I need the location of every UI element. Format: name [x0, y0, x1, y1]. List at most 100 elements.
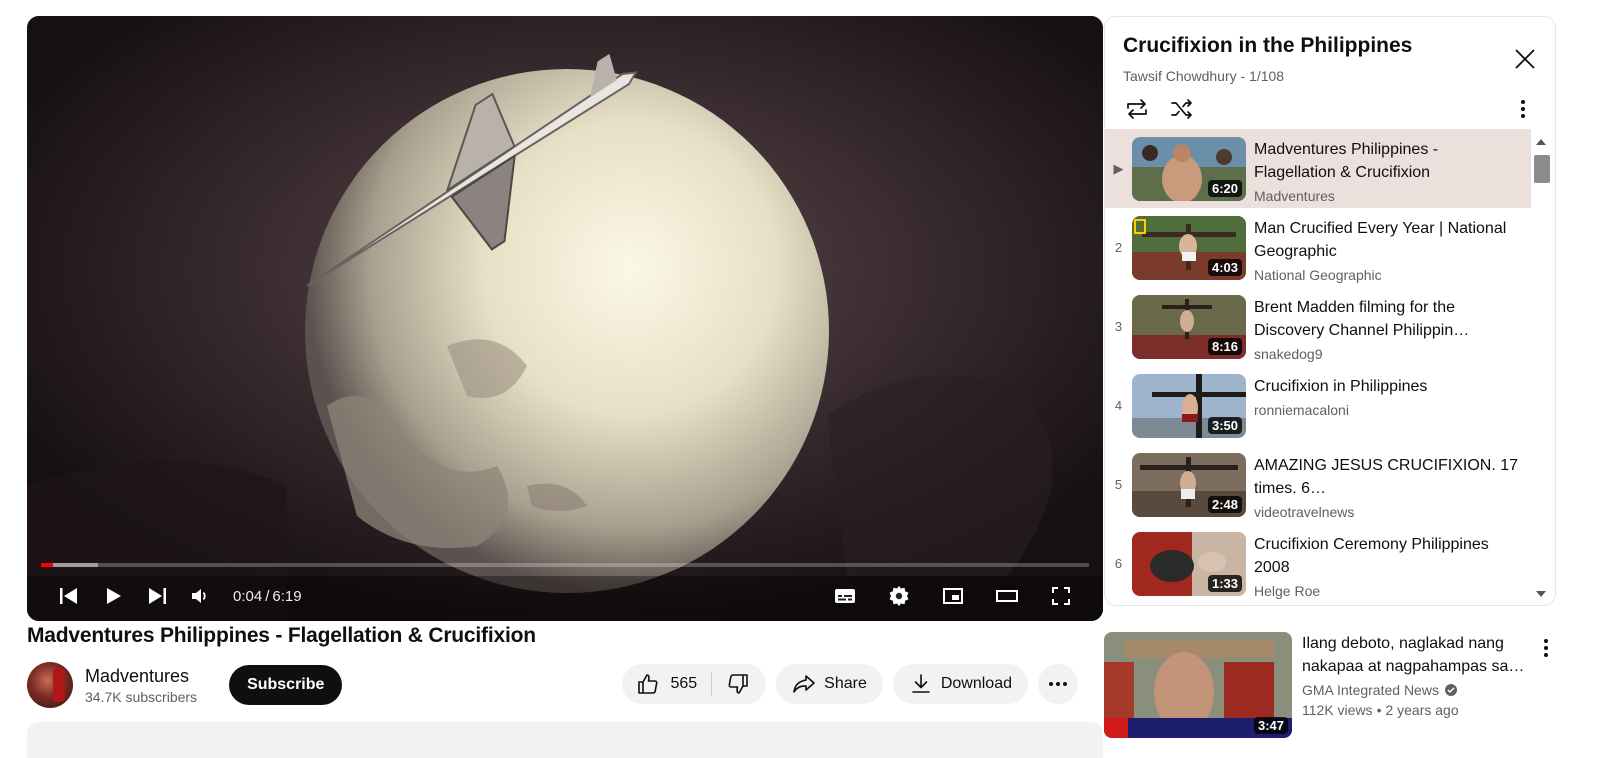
scroll-down-arrow-icon[interactable] — [1536, 591, 1546, 597]
time-current: 0:04 — [233, 587, 263, 605]
playlist-item-title[interactable]: Crucifixion in Philippines — [1254, 375, 1519, 398]
share-button[interactable]: Share — [776, 664, 883, 704]
scrollbar-thumb[interactable] — [1534, 155, 1550, 183]
theater-mode-button[interactable] — [985, 576, 1029, 616]
dislike-button[interactable] — [712, 664, 766, 704]
recommended-video[interactable]: 3:47 Ilang deboto, naglakad nang nakapaa… — [1104, 632, 1594, 742]
recommended-video-channel[interactable]: GMA Integrated News — [1302, 682, 1532, 698]
playlist-item-index: 3 — [1114, 319, 1123, 334]
playlist-item-title[interactable]: Madventures Philippines - Flagellation &… — [1254, 138, 1519, 184]
verified-badge-icon — [1444, 684, 1457, 696]
recommended-video-menu-button[interactable] — [1536, 636, 1556, 660]
description-box[interactable] — [27, 722, 1103, 758]
download-label: Download — [940, 675, 1012, 692]
playlist-item-duration: 2:48 — [1207, 496, 1242, 513]
subtitles-button[interactable] — [823, 576, 867, 616]
download-icon — [912, 674, 930, 693]
playlist-item-thumbnail[interactable]: 4:03 — [1132, 216, 1246, 280]
close-icon — [1515, 49, 1535, 69]
scroll-up-arrow-icon[interactable] — [1536, 139, 1546, 145]
playlist-items: ▶ 6:20 Madventures Philippines - Flagell… — [1105, 129, 1531, 605]
playlist-item-thumbnail[interactable]: 8:16 — [1132, 295, 1246, 359]
recommended-video-title[interactable]: Ilang deboto, naglakad nang nakapaa at n… — [1302, 632, 1532, 678]
previous-button[interactable] — [47, 576, 91, 616]
volume-icon — [192, 589, 206, 603]
action-bar: 565 Share Download — [622, 664, 1078, 704]
playlist-menu-button[interactable] — [1513, 97, 1533, 121]
playlist-item-thumbnail[interactable]: 1:33 — [1132, 532, 1246, 596]
time-display: 0:04/6:19 — [233, 588, 302, 605]
next-button[interactable] — [135, 576, 179, 616]
playlist-item-index: 4 — [1114, 398, 1123, 413]
close-playlist-button[interactable] — [1511, 45, 1539, 73]
playlist-item-channel: ronniemacaloni — [1254, 402, 1349, 418]
settings-button[interactable] — [877, 576, 921, 616]
playlist-subtitle: Tawsif Chowdhury - 1/108 — [1123, 68, 1285, 84]
playlist-item-thumbnail[interactable]: 2:48 — [1132, 453, 1246, 517]
recommended-video-channel-name: GMA Integrated News — [1302, 682, 1439, 698]
playlist-item-index: 5 — [1114, 477, 1123, 492]
time-total: 6:19 — [272, 587, 302, 605]
settings-icon — [889, 586, 909, 606]
play-icon — [107, 588, 121, 604]
theater-icon — [996, 590, 1018, 602]
more-vertical-icon — [1521, 100, 1525, 118]
playlist-item-title[interactable]: Brent Madden filming for the Discovery C… — [1254, 296, 1519, 342]
playlist-item-thumbnail[interactable]: 6:20 — [1132, 137, 1246, 201]
playlist-header: Crucifixion in the Philippines Tawsif Ch… — [1105, 17, 1555, 129]
playlist-item[interactable]: ▶ 6:20 Madventures Philippines - Flagell… — [1105, 129, 1531, 208]
playlist-panel: Crucifixion in the Philippines Tawsif Ch… — [1104, 16, 1556, 606]
playlist-item-channel: snakedog9 — [1254, 346, 1323, 362]
recommended-video-thumbnail[interactable]: 3:47 — [1104, 632, 1292, 738]
recommended-video-stats: 112K views • 2 years ago — [1302, 702, 1532, 718]
playlist-item[interactable]: 4 3:50 Crucifixion in Philippines ronnie… — [1105, 366, 1531, 445]
playlist-item-duration: 6:20 — [1207, 180, 1242, 197]
fullscreen-icon — [1052, 587, 1070, 605]
recommended-video-views: 112K views — [1302, 702, 1373, 718]
more-actions-button[interactable] — [1038, 664, 1078, 704]
player-controls: 0:04/6:19 — [27, 576, 1103, 616]
share-icon — [793, 675, 815, 693]
playlist-item-duration: 8:16 — [1207, 338, 1242, 355]
playlist-item-title[interactable]: Crucifixion Ceremony Philippines 2008 — [1254, 533, 1519, 579]
playlist-item[interactable]: 5 2:48 AMAZING JESUS CRUCIFIXION. 17 tim… — [1105, 445, 1531, 524]
like-button[interactable]: 565 — [622, 664, 711, 704]
progress-bar[interactable] — [41, 563, 1089, 567]
video-player[interactable]: 0:04/6:19 — [27, 16, 1103, 621]
like-dislike-group: 565 — [622, 664, 767, 704]
download-button[interactable]: Download — [892, 664, 1028, 704]
more-horizontal-icon — [1049, 682, 1067, 686]
shuffle-icon — [1171, 99, 1192, 119]
channel-name[interactable]: Madventures — [85, 666, 197, 687]
playlist-item-index: ▶ — [1113, 160, 1124, 176]
progress-played — [41, 563, 53, 567]
miniplayer-icon — [943, 588, 963, 604]
loop-icon — [1127, 99, 1147, 119]
shuffle-button[interactable] — [1168, 95, 1196, 123]
playlist-item-thumbnail[interactable]: 3:50 — [1132, 374, 1246, 438]
playlist-item-channel: Helge Roe — [1254, 583, 1321, 599]
playlist-scrollbar[interactable] — [1531, 129, 1553, 605]
play-button[interactable] — [91, 576, 135, 616]
playlist-item-title[interactable]: Man Crucified Every Year | National Geog… — [1254, 217, 1519, 263]
playlist-title[interactable]: Crucifixion in the Philippines — [1123, 34, 1412, 58]
playlist-item[interactable]: 3 8:16 Brent Madden filming for the Disc… — [1105, 287, 1531, 366]
loop-button[interactable] — [1123, 95, 1151, 123]
volume-button[interactable] — [179, 576, 223, 616]
next-icon — [149, 588, 166, 604]
playlist-item[interactable]: 6 1:33 Crucifixion Ceremony Philippines … — [1105, 524, 1531, 603]
miniplayer-button[interactable] — [931, 576, 975, 616]
playlist-item[interactable]: 2 4:03 Man Crucified Every Year | Nation… — [1105, 208, 1531, 287]
subscribe-button[interactable]: Subscribe — [229, 665, 343, 705]
like-count: 565 — [670, 675, 698, 692]
playlist-item-title[interactable]: AMAZING JESUS CRUCIFIXION. 17 times. 6… — [1254, 454, 1519, 500]
thumbs-up-icon — [638, 674, 658, 694]
subtitles-icon — [835, 589, 855, 603]
playlist-item-duration: 1:33 — [1207, 575, 1242, 592]
channel-avatar[interactable] — [27, 662, 73, 708]
previous-icon — [60, 588, 77, 604]
share-label: Share — [824, 675, 867, 692]
playlist-item-index: 6 — [1114, 556, 1123, 571]
video-frame[interactable] — [27, 16, 1103, 621]
fullscreen-button[interactable] — [1039, 576, 1083, 616]
